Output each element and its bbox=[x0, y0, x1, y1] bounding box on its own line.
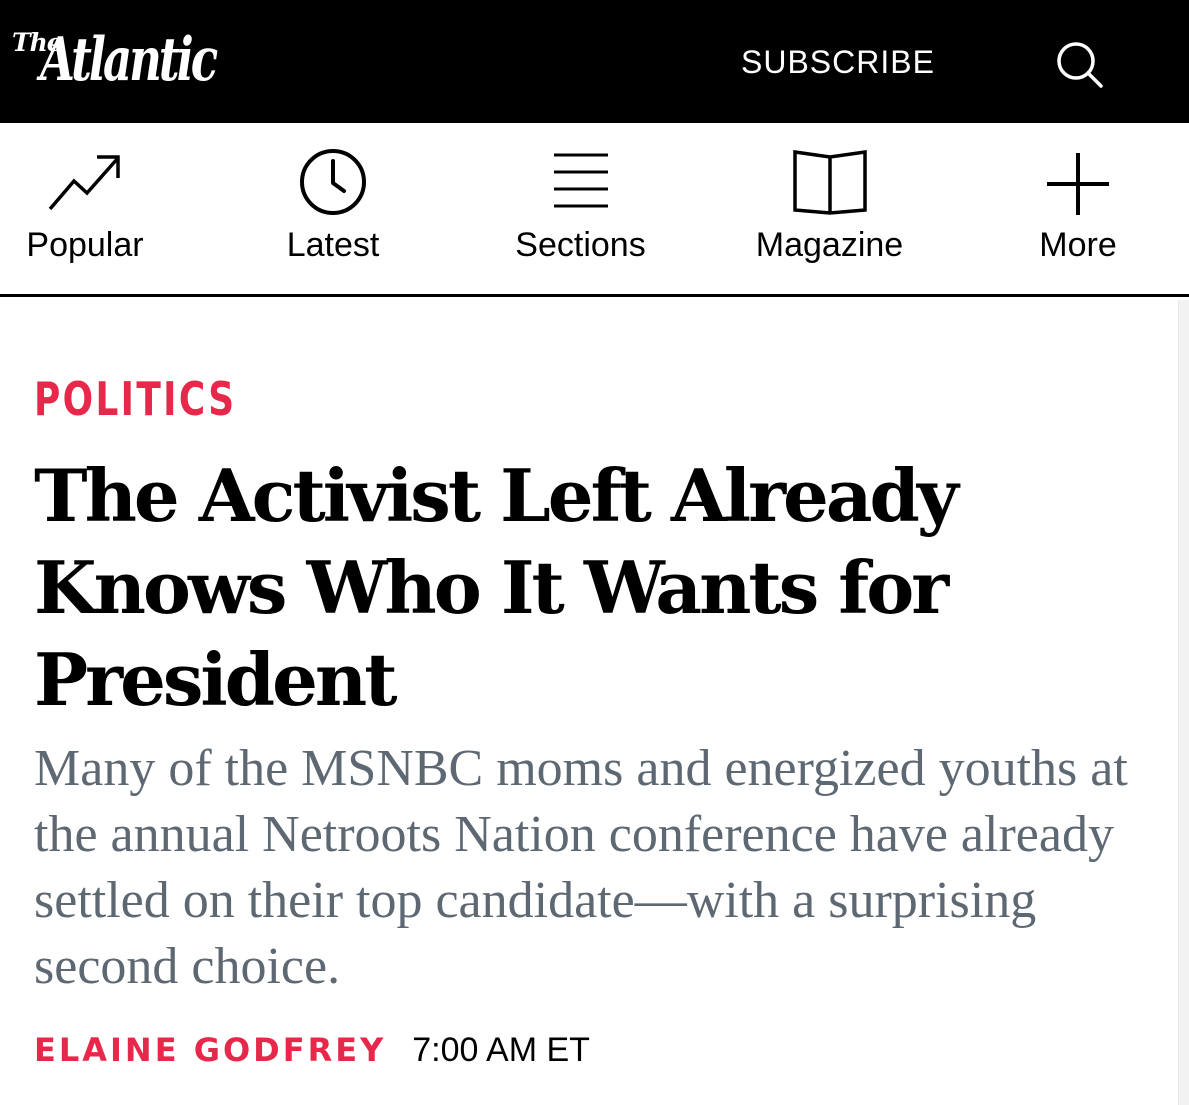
menu-lines-icon bbox=[554, 153, 608, 208]
article-dek: Many of the MSNBC moms and energized you… bbox=[34, 740, 1128, 995]
site-header: The Atlantic SUBSCRIBE bbox=[0, 0, 1189, 123]
nav-item-more[interactable]: More bbox=[1003, 123, 1153, 294]
publish-time: 7:00 AM ET bbox=[412, 1031, 590, 1069]
nav-bar: Popular Latest Sections Magazine More bbox=[0, 123, 1189, 297]
open-book-icon bbox=[793, 149, 867, 215]
author-link[interactable]: ELAINE GODFREY bbox=[34, 1030, 386, 1070]
search-icon bbox=[1057, 42, 1103, 88]
nav-label-popular: Popular bbox=[26, 226, 144, 264]
scrollbar[interactable] bbox=[1178, 300, 1189, 1105]
nav-label-sections: Sections bbox=[515, 226, 646, 264]
nav-item-latest[interactable]: Latest bbox=[258, 123, 408, 294]
nav-label-more: More bbox=[1039, 226, 1117, 264]
nav-label-latest: Latest bbox=[286, 226, 380, 264]
logo-name: Atlantic bbox=[40, 25, 218, 95]
nav-item-popular[interactable]: Popular bbox=[10, 123, 160, 294]
byline: ELAINE GODFREY 7:00 AM ET bbox=[34, 1030, 590, 1070]
plus-icon bbox=[1047, 153, 1109, 215]
nav-label-magazine: Magazine bbox=[755, 226, 904, 264]
nav-item-magazine[interactable]: Magazine bbox=[742, 123, 917, 294]
article-headline: The Activist Left Already Knows Who It W… bbox=[34, 453, 959, 722]
search-button[interactable] bbox=[1052, 38, 1108, 94]
clock-icon bbox=[300, 149, 366, 215]
subscribe-button[interactable]: SUBSCRIBE bbox=[741, 44, 935, 80]
section-label[interactable]: POLITICS bbox=[34, 372, 236, 426]
trending-up-icon bbox=[48, 155, 120, 211]
nav-item-sections[interactable]: Sections bbox=[498, 123, 663, 294]
